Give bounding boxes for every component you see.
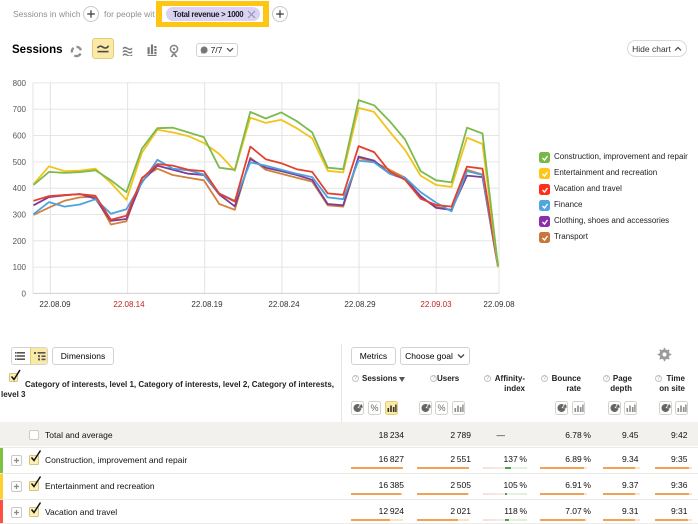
svg-text:100: 100 [13, 263, 27, 272]
svg-text:22.09.03: 22.09.03 [420, 300, 452, 309]
svg-text:600: 600 [13, 132, 27, 141]
svg-text:0: 0 [22, 289, 27, 298]
svg-text:300: 300 [13, 211, 27, 220]
svg-text:800: 800 [13, 79, 27, 88]
svg-text:700: 700 [13, 105, 27, 114]
svg-text:22.08.19: 22.08.19 [191, 300, 223, 309]
svg-text:22.09.08: 22.09.08 [483, 300, 515, 309]
svg-text:22.08.14: 22.08.14 [113, 300, 145, 309]
svg-text:400: 400 [13, 184, 27, 193]
svg-text:22.08.09: 22.08.09 [39, 300, 71, 309]
svg-text:22.08.29: 22.08.29 [344, 300, 376, 309]
svg-text:22.08.24: 22.08.24 [268, 300, 300, 309]
svg-text:200: 200 [13, 237, 27, 246]
svg-text:500: 500 [13, 158, 27, 167]
